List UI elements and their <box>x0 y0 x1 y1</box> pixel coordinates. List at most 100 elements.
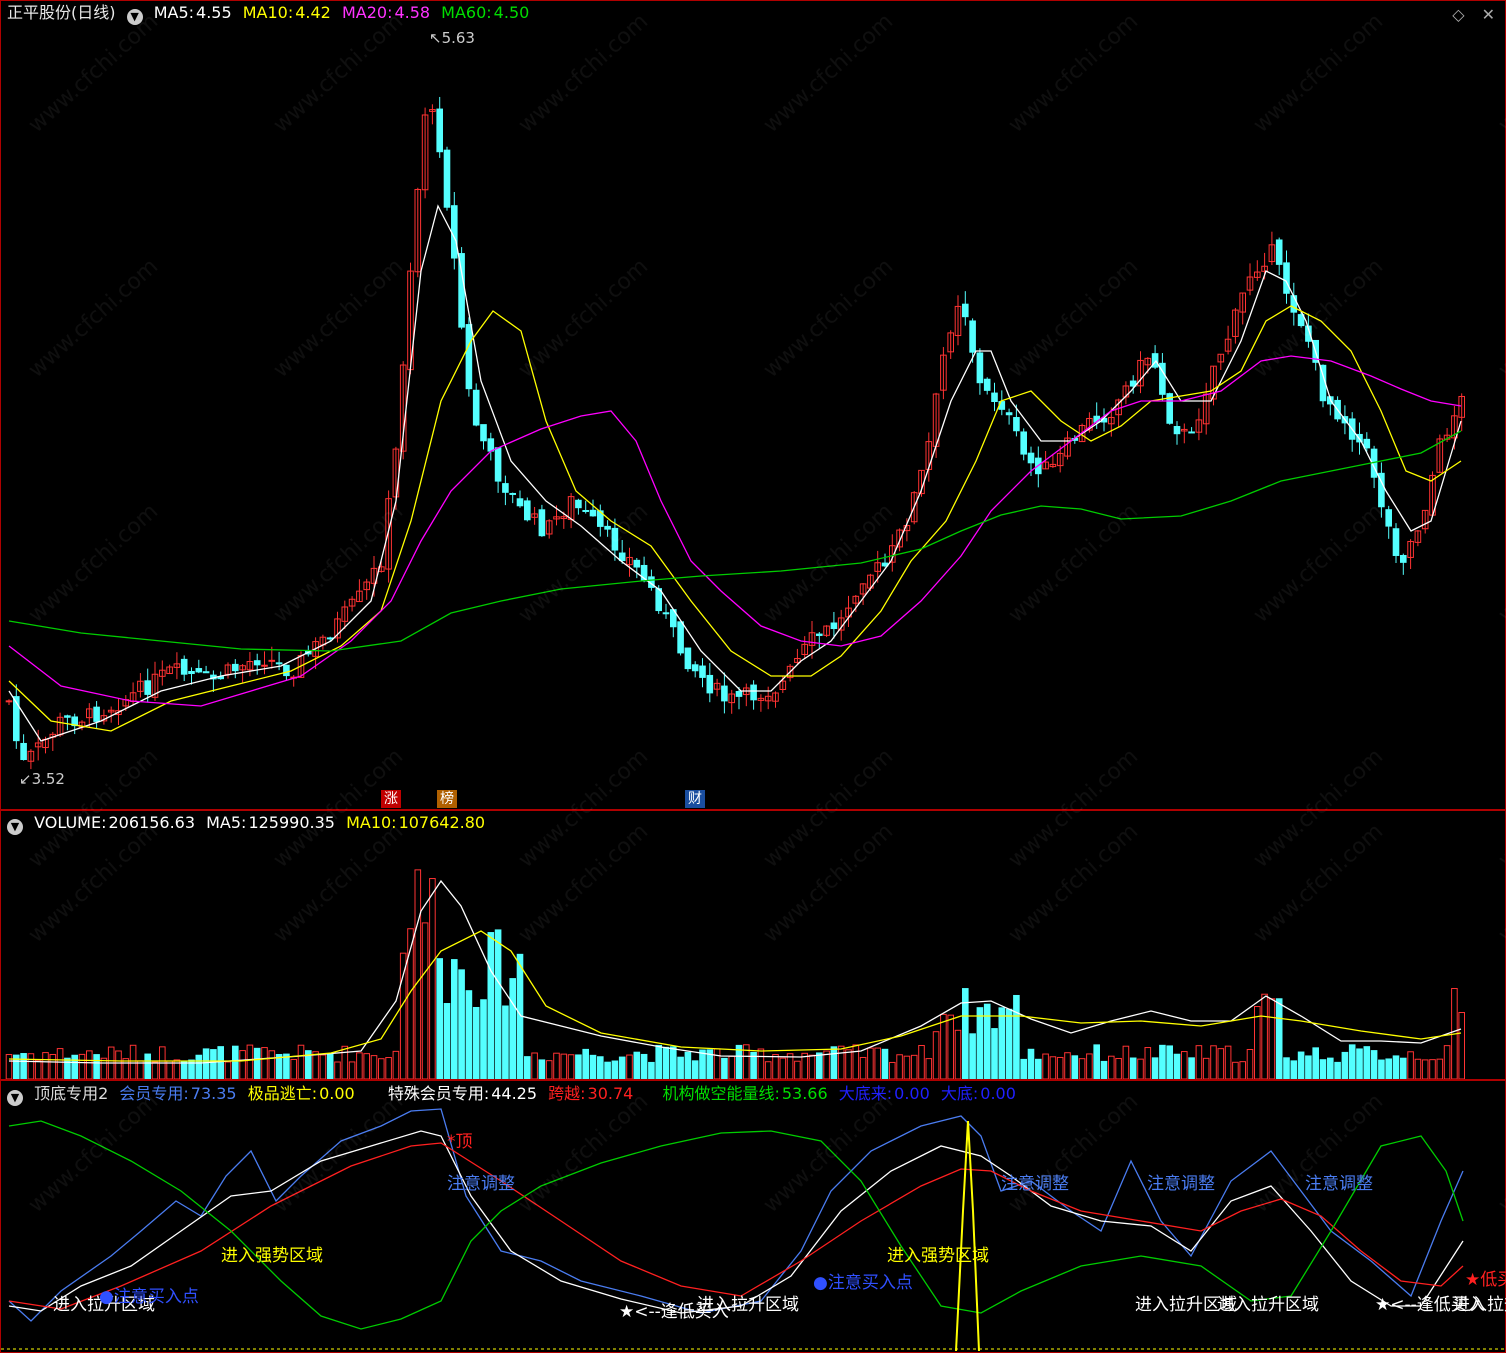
volume-bar <box>1407 1051 1414 1079</box>
candle-body <box>735 691 743 697</box>
price-header: 正平股份(日线) ▼ MA5: 4.55 MA10: 4.42 MA20: 4.58 … <box>7 3 535 25</box>
volume-bar <box>1122 1045 1130 1079</box>
volume-bar <box>932 1031 940 1079</box>
finance-tag[interactable]: 财 <box>685 790 705 808</box>
volume-bar <box>728 1055 736 1079</box>
volume-bar <box>472 1006 480 1079</box>
candle-body <box>195 668 203 673</box>
volume-bar <box>1137 1058 1144 1079</box>
volume-bar <box>1283 1057 1290 1079</box>
volume-bar <box>1049 1056 1057 1079</box>
volume-bar <box>334 1061 341 1079</box>
volume-bar <box>407 928 414 1079</box>
candle-body <box>253 660 261 666</box>
bottom-value: 0.00 <box>980 1084 1016 1103</box>
volume-bar <box>34 1059 42 1079</box>
adjust-label-3: 注意调整 <box>1147 1174 1215 1194</box>
volume-bar <box>502 1005 509 1079</box>
volume-bar <box>859 1056 867 1079</box>
volume-bar <box>1268 998 1276 1079</box>
candle-body <box>487 438 495 452</box>
volume-bar <box>538 1059 546 1079</box>
candle-body <box>582 509 590 512</box>
buy-point-text-2: 注意买入点 <box>827 1273 913 1293</box>
candle-body <box>969 320 976 353</box>
diamond-icon[interactable]: ◇ <box>1452 5 1464 24</box>
candle-body <box>538 509 546 537</box>
volume-chart-pane[interactable]: ▼ VOLUME: 206156.63 MA5: 125990.35 MA10: 10… <box>0 810 1506 1080</box>
volume-bar <box>918 1044 925 1079</box>
close-icon[interactable]: ✕ <box>1482 5 1495 24</box>
candle-body <box>93 706 100 722</box>
volume-bar <box>451 959 458 1079</box>
volume-bar <box>830 1046 838 1079</box>
volume-bar <box>940 1013 947 1079</box>
volume-chart[interactable] <box>1 811 1505 1079</box>
volume-bar <box>1297 1051 1305 1079</box>
limit-up-tag[interactable]: 涨 <box>381 790 401 808</box>
indicator-header: ▼ 顶底专用2 会员专用: 73.35 极品逃亡: 0.00 特殊会员专用: 44.2… <box>7 1084 1022 1106</box>
volume-bar <box>297 1044 305 1079</box>
candle-body <box>1027 452 1035 464</box>
volume-bar <box>166 1060 173 1079</box>
ma10-label: MA10: <box>242 3 294 22</box>
volume-bar <box>1261 993 1268 1079</box>
volume-title: VOLUME: <box>34 813 107 832</box>
candle-body <box>816 633 823 636</box>
settings-circle-icon[interactable]: ▼ <box>126 9 143 25</box>
volume-bar <box>524 1056 531 1079</box>
volume-bar <box>509 978 516 1079</box>
price-chart-pane[interactable]: 正平股份(日线) ▼ MA5: 4.55 MA10: 4.42 MA20: 4.58 … <box>0 0 1506 873</box>
volume-bar <box>1312 1047 1320 1079</box>
volume-bar <box>399 952 407 1079</box>
ma60-label: MA60: <box>441 3 492 22</box>
volume-bar <box>1013 994 1020 1079</box>
ma10-value: 4.42 <box>295 3 331 22</box>
volume-bar <box>1108 1055 1115 1079</box>
volume-bar <box>1195 1045 1203 1079</box>
candle-body <box>1020 431 1028 455</box>
candle-body <box>976 352 984 384</box>
volume-ma5-value: 125990.35 <box>248 813 335 832</box>
candle-body <box>268 659 276 662</box>
volume-bar <box>1290 1060 1298 1079</box>
volume-bar <box>553 1052 560 1079</box>
candle-body <box>677 621 684 654</box>
volume-bar <box>816 1052 823 1079</box>
volume-bar <box>1327 1057 1334 1079</box>
volume-bar <box>998 1007 1006 1079</box>
buy-point-label-1: ●注意买入点 <box>99 1287 199 1307</box>
ma5-line <box>8 204 1462 742</box>
volume-bar <box>20 1053 27 1079</box>
candle-body <box>144 680 151 695</box>
volume-bar <box>1348 1044 1356 1079</box>
volume-bar <box>348 1061 356 1079</box>
volume-bar <box>93 1054 100 1079</box>
indicator-settings-icon[interactable]: ▼ <box>7 1090 23 1106</box>
candle-body <box>188 670 195 675</box>
candle-body <box>1363 438 1371 449</box>
volume-bar <box>721 1057 728 1079</box>
volume-settings-icon[interactable]: ▼ <box>7 819 23 835</box>
candle-body <box>275 662 283 665</box>
candlestick-chart[interactable] <box>1 1 1505 809</box>
volume-bar <box>370 1055 378 1079</box>
stock-name[interactable]: 正平股份(日线) <box>7 3 116 22</box>
volume-bar <box>670 1046 677 1079</box>
candle-body <box>451 205 458 259</box>
adjust-label-2: 注意调整 <box>1001 1174 1069 1194</box>
indicator-name[interactable]: 顶底专用2 <box>34 1084 108 1103</box>
volume-bar <box>1246 1049 1254 1079</box>
low-buy-label-right: ★低买 <box>1465 1270 1506 1290</box>
candle-body <box>721 685 728 702</box>
indicator-pane[interactable]: ▼ 顶底专用2 会员专用: 73.35 极品逃亡: 0.00 特殊会员专用: 44.2… <box>0 1080 1506 1353</box>
volume-bar <box>691 1060 699 1079</box>
ranking-tag[interactable]: 榜 <box>437 790 457 808</box>
volume-bar <box>867 1047 874 1079</box>
volume-bar <box>1363 1046 1371 1079</box>
volume-bar <box>1443 1045 1451 1079</box>
volume-bar <box>531 1052 538 1079</box>
volume-bar <box>319 1054 327 1079</box>
volume-bar <box>239 1050 246 1079</box>
candle-body <box>283 664 290 677</box>
